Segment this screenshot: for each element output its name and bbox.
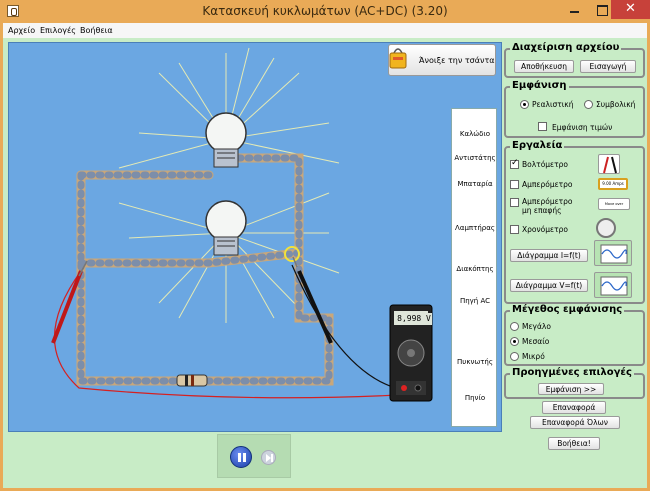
component-toolbox: Καλώδιο Αντιστάτης Μπαταρία Λαμπτήρας Δι… <box>451 108 497 427</box>
ammeter-checkbox[interactable] <box>510 180 519 189</box>
stopwatch-icon <box>596 218 616 238</box>
open-bag-button[interactable]: Άνοιξε την τσάντα <box>388 44 496 76</box>
view-panel-title: Εμφάνιση <box>510 80 569 91</box>
advanced-panel: Προηγμένες επιλογές Εμφάνιση >> <box>504 367 645 399</box>
noncontact-ammeter-tool-icon: Move over circuit element <box>598 198 630 210</box>
pause-button[interactable] <box>230 446 252 468</box>
wire-beads <box>77 154 333 385</box>
size-medium-radio[interactable] <box>510 337 519 346</box>
tool-switch[interactable]: Διακόπτης <box>452 265 498 273</box>
show-values-checkbox[interactable] <box>538 122 547 131</box>
light-rays <box>118 47 340 323</box>
circuit-drawing <box>51 47 492 402</box>
size-panel: Μέγεθος εμφάνισης Μεγάλο Μεσαίο Μικρό <box>504 304 645 366</box>
noncontact-ammeter-label-line2: μη επαφής <box>522 206 562 215</box>
close-button[interactable]: ✕ <box>611 0 650 19</box>
menu-bar: Αρχείο Επιλογές Βοήθεια <box>3 23 647 38</box>
resistor[interactable] <box>176 374 208 387</box>
tool-bulb[interactable]: Λαμπτήρας <box>452 224 498 232</box>
voltmeter-label: Βολτόμετρο <box>522 160 568 169</box>
circuit-canvas[interactable]: 8,998 V Άνοιξε την τσάντα Καλώδιο Αντιστ… <box>8 42 502 432</box>
tool-wire[interactable]: Καλώδιο <box>452 130 498 138</box>
size-medium-label: Μεσαίο <box>522 337 550 346</box>
size-large-radio[interactable] <box>510 322 519 331</box>
tool-capacitor[interactable]: Πυκνωτής <box>452 358 498 366</box>
bag-icon <box>389 48 407 69</box>
realistic-radio[interactable] <box>520 100 529 109</box>
stopwatch-checkbox[interactable] <box>510 225 519 234</box>
current-chart-icon <box>594 240 632 266</box>
noncontact-ammeter-label-line1: Αμπερόμετρο <box>522 197 573 206</box>
close-icon: ✕ <box>625 1 636 16</box>
voltmeter-tool-icon <box>598 154 620 174</box>
stopwatch-label: Χρονόμετρο <box>522 225 568 234</box>
load-button[interactable]: Εισαγωγή <box>580 60 636 73</box>
voltmeter-checkbox[interactable] <box>510 158 519 169</box>
symbolic-radio[interactable] <box>584 100 593 109</box>
playback-controls <box>217 434 291 478</box>
current-chart-button[interactable]: Διάγραμμα I=f(t) <box>510 249 588 262</box>
reset-all-button[interactable]: Επαναφορά Όλων <box>530 416 620 429</box>
voltage-chart-button[interactable]: Διάγραμμα V=f(t) <box>510 279 588 292</box>
view-panel: Εμφάνιση Ρεαλιστική Συμβολική Εμφάνιση τ… <box>504 80 645 138</box>
ammeter-label: Αμπερόμετρο <box>522 180 573 189</box>
help-button[interactable]: Βοήθεια! <box>548 437 600 450</box>
size-small-radio[interactable] <box>510 352 519 361</box>
save-button[interactable]: Αποθήκευση <box>514 60 574 73</box>
window-title: Κατασκευή κυκλωμάτων (AC+DC) (3.20) <box>202 4 448 18</box>
menu-options[interactable]: Επιλογές <box>40 26 76 35</box>
file-panel-title: Διαχείριση αρχείου <box>510 42 622 53</box>
tool-resistor[interactable]: Αντιστάτης <box>452 154 498 162</box>
show-values-label: Εμφάνιση τιμών <box>552 123 613 132</box>
symbolic-label: Συμβολική <box>596 100 636 109</box>
tool-ac-source[interactable]: Πηγή AC <box>452 297 498 305</box>
advanced-show-button[interactable]: Εμφάνιση >> <box>538 383 604 395</box>
title-bar: Κατασκευή κυκλωμάτων (AC+DC) (3.20) ✕ <box>0 0 650 23</box>
tool-battery[interactable]: Μπαταρία <box>452 180 498 188</box>
pause-icon <box>238 453 241 462</box>
size-panel-title: Μέγεθος εμφάνισης <box>510 304 625 315</box>
menu-file[interactable]: Αρχείο <box>8 26 35 35</box>
tools-panel: Εργαλεία Βολτόμετρο Αμπερόμετρο 9.00 Amp… <box>504 140 645 304</box>
menu-help[interactable]: Βοήθεια <box>80 26 113 35</box>
ammeter-tool-icon: 9.00 Amps <box>598 178 628 190</box>
voltmeter-reading: 8,998 V <box>396 313 432 325</box>
size-large-label: Μεγάλο <box>522 322 551 331</box>
minimize-button[interactable] <box>560 0 588 19</box>
realistic-label: Ρεαλιστική <box>532 100 574 109</box>
pause-icon-bar <box>243 453 246 462</box>
step-button[interactable] <box>261 450 276 465</box>
advanced-panel-title: Προηγμένες επιλογές <box>510 367 634 378</box>
tool-inductor[interactable]: Πηνίο <box>452 394 498 402</box>
wires <box>76 153 334 386</box>
size-small-label: Μικρό <box>522 352 545 361</box>
open-bag-label: Άνοιξε την τσάντα <box>419 56 495 65</box>
reset-button[interactable]: Επαναφορά <box>542 401 606 414</box>
ac-icon-text: AC <box>467 275 483 286</box>
voltage-chart-icon <box>594 272 632 298</box>
noncontact-ammeter-checkbox[interactable] <box>510 198 519 207</box>
black-probe-lead <box>291 264 400 390</box>
file-panel: Διαχείριση αρχείου Αποθήκευση Εισαγωγή <box>504 42 645 78</box>
tools-panel-title: Εργαλεία <box>510 140 565 151</box>
